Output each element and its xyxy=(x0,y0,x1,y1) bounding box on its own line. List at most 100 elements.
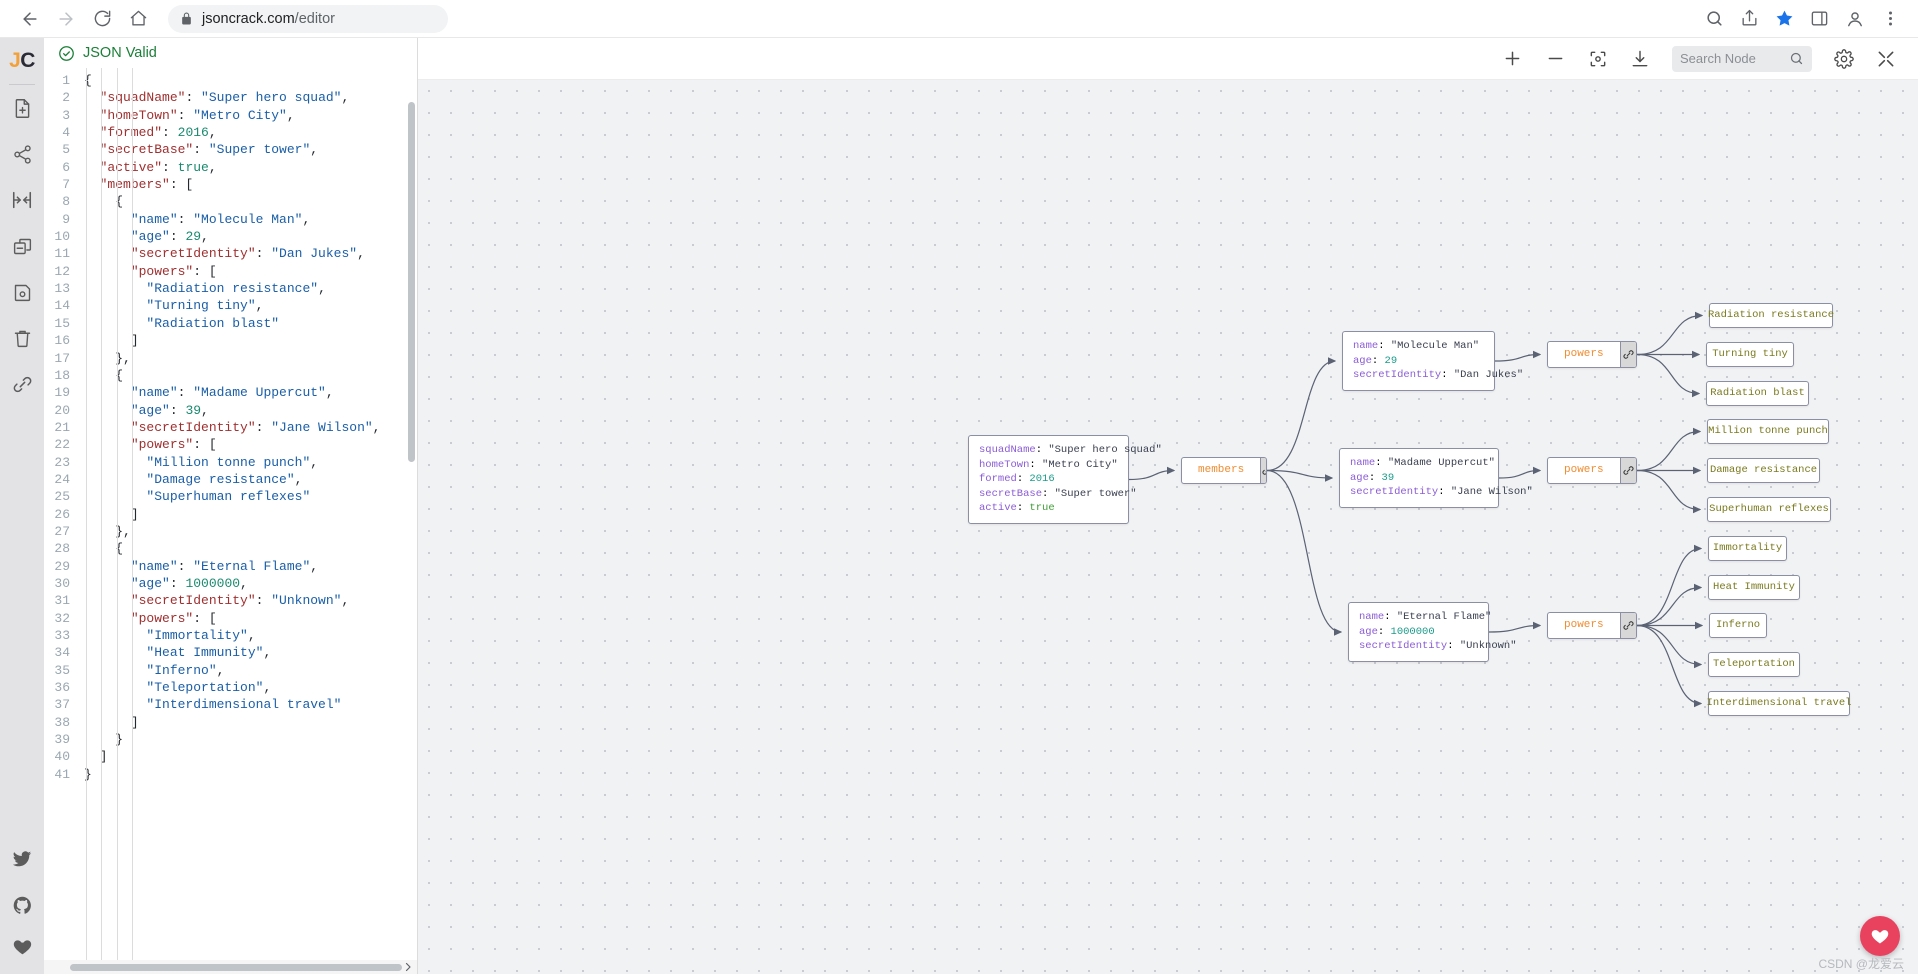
code-line[interactable]: "Damage resistance", xyxy=(84,471,417,488)
code-line[interactable]: "powers": [ xyxy=(84,436,417,453)
code-line[interactable]: { xyxy=(84,540,417,557)
graph-node-leaf[interactable]: Inferno xyxy=(1709,613,1767,638)
graph-node-leaf[interactable]: Radiation resistance xyxy=(1708,303,1834,328)
reload-button[interactable] xyxy=(86,3,118,35)
code-line[interactable]: { xyxy=(84,193,417,210)
sidebar-item-delete[interactable] xyxy=(0,315,44,361)
search-node-input[interactable] xyxy=(1680,51,1783,66)
graph-canvas[interactable]: squadName: "Super hero squad" homeTown: "… xyxy=(418,80,1918,974)
graph-node-leaf[interactable]: Radiation blast xyxy=(1706,381,1809,406)
code-line[interactable]: "age": 39, xyxy=(84,402,417,419)
forward-button[interactable] xyxy=(50,3,82,35)
browser-menu-icon[interactable] xyxy=(1881,9,1900,28)
code-line[interactable]: ] xyxy=(84,332,417,349)
code-line[interactable]: { xyxy=(84,72,417,89)
link-icon[interactable] xyxy=(1619,342,1636,367)
code-line[interactable]: "active": true, xyxy=(84,159,417,176)
graph-node-leaf[interactable]: Interdimensional travel xyxy=(1707,691,1851,716)
support-fab-button[interactable] xyxy=(1860,916,1900,956)
graph-node-object[interactable]: name: "Madame Uppercut" age: 39 secretIden… xyxy=(1339,448,1533,508)
code-line[interactable]: "name": "Molecule Man", xyxy=(84,211,417,228)
code-line[interactable]: "Million tonne punch", xyxy=(84,454,417,471)
home-button[interactable] xyxy=(122,3,154,35)
graph-node-leaf[interactable]: Superhuman reflexes xyxy=(1707,497,1831,522)
graph-node-leaf[interactable]: Million tonne punch xyxy=(1707,419,1829,444)
sidebar-item-github[interactable] xyxy=(0,882,44,928)
code-line[interactable]: ] xyxy=(84,748,417,765)
code-line[interactable]: "homeTown": "Metro City", xyxy=(84,107,417,124)
code-line[interactable]: }, xyxy=(84,523,417,540)
share-icon[interactable] xyxy=(1740,9,1759,28)
side-panel-icon[interactable] xyxy=(1810,9,1829,28)
profile-avatar-icon[interactable] xyxy=(1845,9,1865,29)
graph-node-leaf[interactable]: Teleportation xyxy=(1708,652,1800,677)
graph-node-parent[interactable]: powers xyxy=(1547,457,1637,484)
graph-node-leaf[interactable]: Damage resistance xyxy=(1707,458,1820,483)
graph-node-parent[interactable]: members xyxy=(1181,457,1267,484)
code-content[interactable]: { "squadName": "Super hero squad", "home… xyxy=(78,68,417,974)
code-line[interactable]: } xyxy=(84,731,417,748)
code-line[interactable]: "secretBase": "Super tower", xyxy=(84,141,417,158)
graph-node-parent[interactable]: powers xyxy=(1547,341,1637,368)
search-node-box[interactable] xyxy=(1672,45,1812,72)
code-line[interactable]: "powers": [ xyxy=(84,263,417,280)
editor-hscroll-thumb[interactable] xyxy=(70,963,402,971)
graph-node-leaf[interactable]: Immortality xyxy=(1708,536,1787,561)
graph-node-leaf[interactable]: Turning tiny xyxy=(1706,342,1794,367)
code-line[interactable]: "Heat Immunity", xyxy=(84,644,417,661)
search-icon[interactable] xyxy=(1789,51,1804,66)
bookmark-star-icon[interactable] xyxy=(1775,9,1794,28)
fullscreen-icon[interactable] xyxy=(1876,49,1896,69)
code-line[interactable]: "powers": [ xyxy=(84,610,417,627)
code-line[interactable]: "Teleportation", xyxy=(84,679,417,696)
sidebar-item-new-file[interactable] xyxy=(0,85,44,131)
code-line[interactable]: "name": "Eternal Flame", xyxy=(84,558,417,575)
back-button[interactable] xyxy=(14,3,46,35)
code-line[interactable]: "Interdimensional travel" xyxy=(84,696,417,713)
editor-vertical-scrollbar[interactable] xyxy=(408,102,415,462)
code-editor[interactable]: 1 2 3 4 5 6 7 8 9 10 11 12 13 14 15 16 17 18 19 20 21 22 23 24 2… xyxy=(44,68,417,974)
code-line[interactable]: "Immortality", xyxy=(84,627,417,644)
link-icon[interactable] xyxy=(1619,458,1636,483)
graph-node-leaf[interactable]: Heat Immunity xyxy=(1708,575,1800,600)
zoom-out-icon[interactable] xyxy=(1545,48,1566,69)
sidebar-item-collapse[interactable] xyxy=(0,177,44,223)
code-line[interactable]: "Inferno", xyxy=(84,662,417,679)
gear-icon[interactable] xyxy=(1834,48,1854,69)
sidebar-item-twitter[interactable] xyxy=(0,836,44,882)
address-bar[interactable]: jsoncrack.com/editor xyxy=(168,4,448,33)
link-icon[interactable] xyxy=(1260,458,1266,483)
graph-node-object[interactable]: squadName: "Super hero squad" homeTown: "… xyxy=(968,435,1162,524)
code-line[interactable]: ] xyxy=(84,506,417,523)
sidebar-item-save[interactable] xyxy=(0,269,44,315)
search-icon[interactable] xyxy=(1705,9,1724,28)
sidebar-item-support[interactable] xyxy=(0,928,44,974)
code-line[interactable]: "secretIdentity": "Unknown", xyxy=(84,592,417,609)
editor-horizontal-scrollbar[interactable] xyxy=(44,960,417,974)
link-icon[interactable] xyxy=(1619,613,1636,638)
code-line[interactable]: "formed": 2016, xyxy=(84,124,417,141)
code-line[interactable]: "secretIdentity": "Jane Wilson", xyxy=(84,419,417,436)
code-line[interactable]: { xyxy=(84,367,417,384)
zoom-in-icon[interactable] xyxy=(1502,48,1523,69)
graph-node-object[interactable]: name: "Molecule Man" age: 29 secretIdentit… xyxy=(1342,331,1523,391)
code-line[interactable]: "secretIdentity": "Dan Jukes", xyxy=(84,245,417,262)
graph-node-object[interactable]: name: "Eternal Flame" age: 1000000 secretI… xyxy=(1348,602,1517,662)
sidebar-item-link[interactable] xyxy=(0,361,44,407)
download-icon[interactable] xyxy=(1630,49,1650,69)
sidebar-item-clone[interactable] xyxy=(0,223,44,269)
code-line[interactable]: } xyxy=(84,766,417,783)
code-line[interactable]: "Turning tiny", xyxy=(84,297,417,314)
jsoncrack-logo[interactable]: JC xyxy=(0,38,44,84)
center-view-icon[interactable] xyxy=(1588,49,1608,69)
code-line[interactable]: "Radiation blast" xyxy=(84,315,417,332)
code-line[interactable]: "squadName": "Super hero squad", xyxy=(84,89,417,106)
code-line[interactable]: "age": 1000000, xyxy=(84,575,417,592)
graph-node-parent[interactable]: powers xyxy=(1547,612,1637,639)
code-line[interactable]: "name": "Madame Uppercut", xyxy=(84,384,417,401)
code-line[interactable]: ] xyxy=(84,714,417,731)
code-line[interactable]: "Superhuman reflexes" xyxy=(84,488,417,505)
chevron-right-icon[interactable] xyxy=(402,961,414,973)
code-line[interactable]: "age": 29, xyxy=(84,228,417,245)
code-line[interactable]: "members": [ xyxy=(84,176,417,193)
